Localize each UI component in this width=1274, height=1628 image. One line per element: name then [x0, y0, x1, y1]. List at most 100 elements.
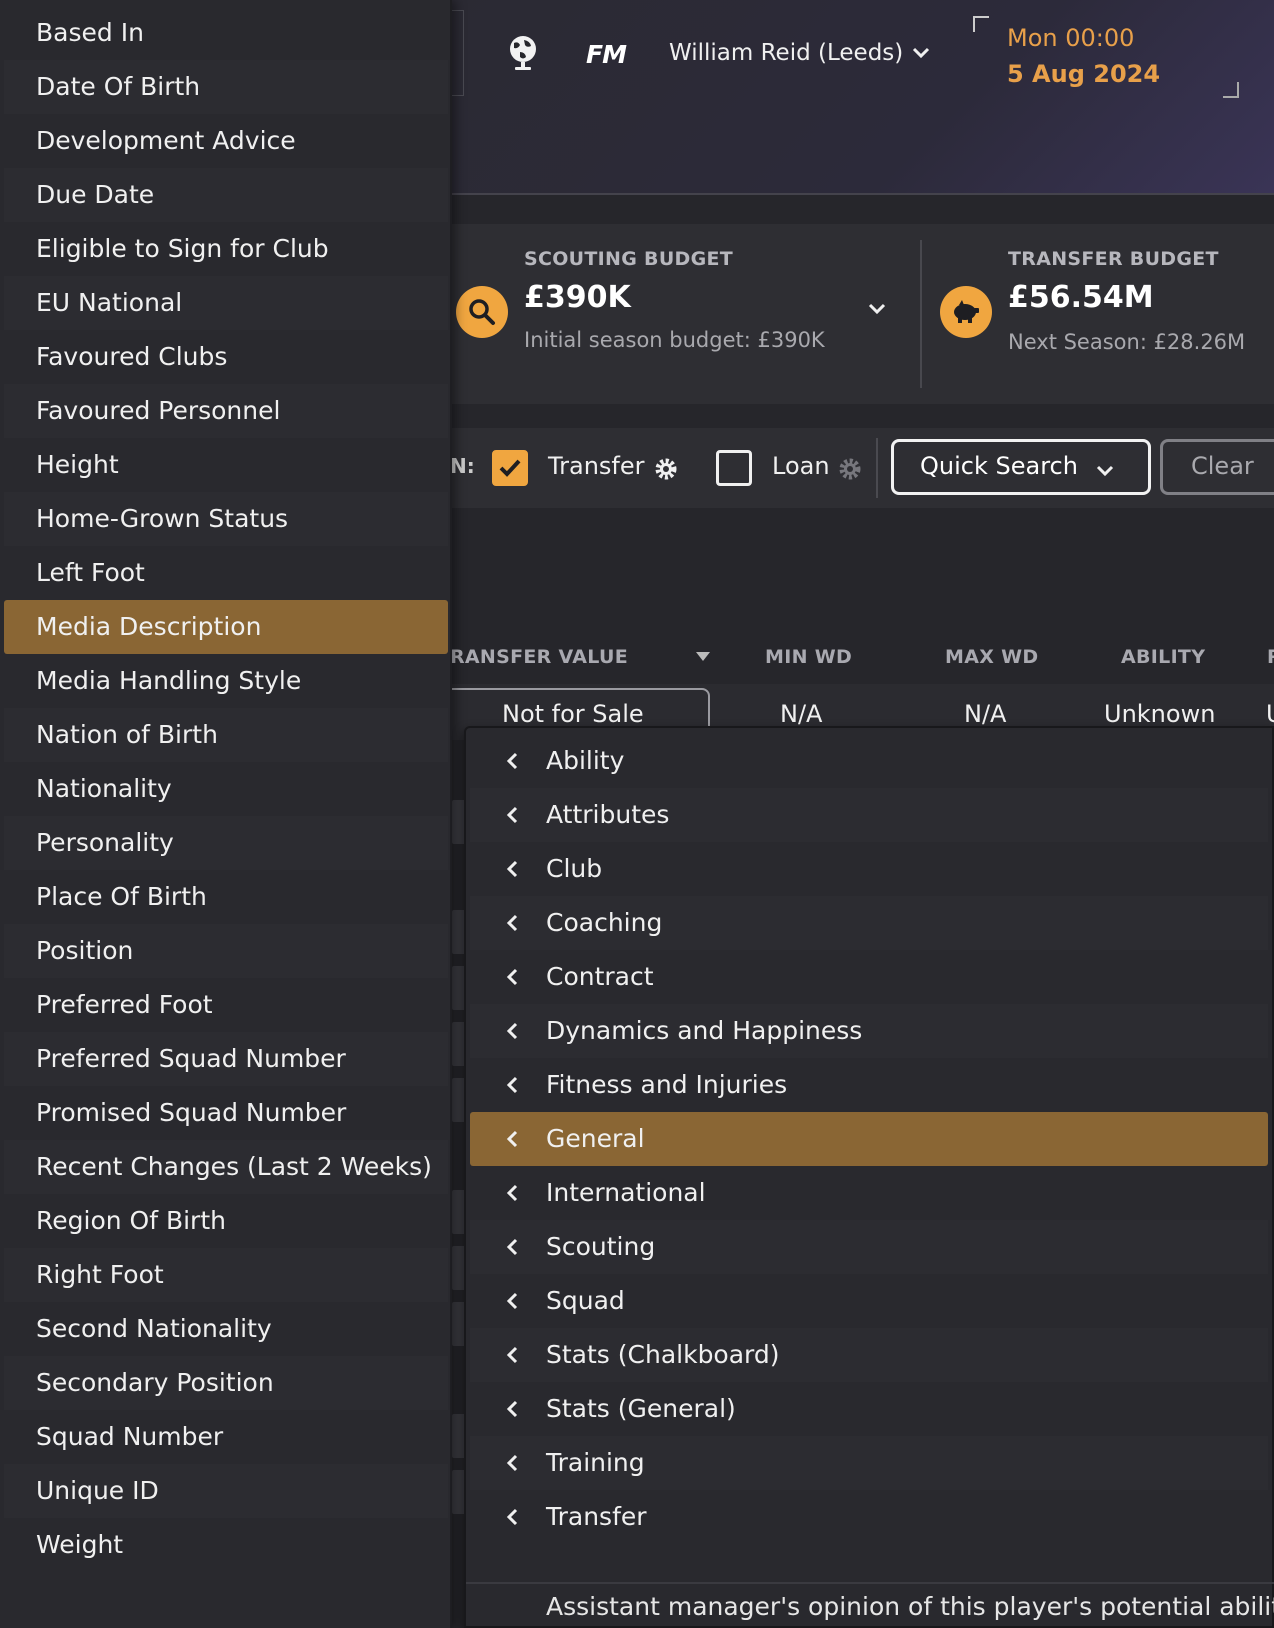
submenu-item-stats-chalkboard[interactable]: Stats (Chalkboard)	[470, 1328, 1268, 1382]
submenu-item-club[interactable]: Club	[470, 842, 1268, 896]
submenu-item-label: International	[546, 1178, 706, 1207]
game-time: Mon 00:00	[1007, 24, 1135, 52]
table-header: RANSFER VALUE MIN WD MAX WD ABILITY P	[450, 638, 1274, 678]
column-category-menu: Ability Attributes Club Coaching Contrac…	[464, 726, 1274, 1628]
submenu-item-international[interactable]: International	[470, 1166, 1268, 1220]
corner-decoration	[1223, 82, 1239, 98]
menu-item[interactable]: Favoured Personnel	[4, 384, 448, 438]
chevron-down-icon[interactable]	[912, 46, 930, 60]
filter-bar: N: Transfer Loan Quick Search Clear	[450, 428, 1274, 508]
submenu-item-label: Squad	[546, 1286, 625, 1315]
transfer-checkbox[interactable]	[492, 450, 528, 486]
transfer-filter-label[interactable]: Transfer	[548, 452, 645, 480]
submenu-item-label: Stats (General)	[546, 1394, 736, 1423]
menu-item[interactable]: EU National	[4, 276, 448, 330]
table-cell: Unknown	[1104, 700, 1216, 728]
quick-search-button[interactable]: Quick Search	[891, 439, 1151, 495]
scouting-budget-sub: Initial season budget: £390K	[524, 328, 825, 352]
submenu-item-label: Training	[546, 1448, 645, 1477]
menu-item[interactable]: Eligible to Sign for Club	[4, 222, 448, 276]
divider	[920, 240, 922, 388]
submenu-item-contract[interactable]: Contract	[470, 950, 1268, 1004]
menu-item[interactable]: Favoured Clubs	[4, 330, 448, 384]
chevron-down-icon[interactable]	[868, 302, 886, 316]
submenu-item-label: General	[546, 1124, 645, 1153]
table-cell: N/A	[780, 700, 823, 728]
chevron-left-icon	[506, 968, 518, 986]
chevron-left-icon	[506, 1346, 518, 1364]
column-header[interactable]: MAX WD	[945, 646, 1038, 668]
chevron-left-icon	[506, 1022, 518, 1040]
submenu-item-dynamics[interactable]: Dynamics and Happiness	[470, 1004, 1268, 1058]
menu-item[interactable]: Nationality	[4, 762, 448, 816]
back-button[interactable]	[450, 10, 464, 96]
clear-button[interactable]: Clear	[1160, 439, 1274, 495]
column-header[interactable]: MIN WD	[765, 646, 852, 668]
menu-item[interactable]: Promised Squad Number	[4, 1086, 448, 1140]
menu-item[interactable]: Region Of Birth	[4, 1194, 448, 1248]
submenu-item-coaching[interactable]: Coaching	[470, 896, 1268, 950]
menu-item[interactable]: Recent Changes (Last 2 Weeks)	[4, 1140, 448, 1194]
menu-item[interactable]: Left Foot	[4, 546, 448, 600]
menu-item[interactable]: Right Foot	[4, 1248, 448, 1302]
corner-decoration	[973, 16, 989, 32]
chevron-down-icon	[1096, 465, 1114, 477]
submenu-item-fitness[interactable]: Fitness and Injuries	[470, 1058, 1268, 1112]
submenu-item-scouting[interactable]: Scouting	[470, 1220, 1268, 1274]
submenu-item-attributes[interactable]: Attributes	[470, 788, 1268, 842]
menu-item[interactable]: Based In	[4, 6, 448, 60]
submenu-item-stats-general[interactable]: Stats (General)	[470, 1382, 1268, 1436]
continue-date-box[interactable]: Mon 00:00 5 Aug 2024	[973, 16, 1239, 98]
piggy-bank-icon	[940, 286, 992, 338]
menu-item[interactable]: Nation of Birth	[4, 708, 448, 762]
transfer-budget-label: TRANSFER BUDGET	[1008, 248, 1219, 270]
sort-desc-icon[interactable]	[696, 652, 710, 661]
menu-item[interactable]: Due Date	[4, 168, 448, 222]
chevron-left-icon	[506, 806, 518, 824]
column-header[interactable]: RANSFER VALUE	[450, 646, 628, 668]
column-header[interactable]: ABILITY	[1121, 646, 1205, 668]
menu-item[interactable]: Date Of Birth	[4, 60, 448, 114]
chevron-left-icon	[506, 1400, 518, 1418]
submenu-item-general[interactable]: General	[470, 1112, 1268, 1166]
menu-item[interactable]: Secondary Position	[4, 1356, 448, 1410]
menu-item[interactable]: Development Advice	[4, 114, 448, 168]
chevron-left-icon	[506, 1238, 518, 1256]
menu-item[interactable]: Squad Number	[4, 1410, 448, 1464]
submenu-item-transfer[interactable]: Transfer	[470, 1490, 1268, 1544]
menu-item[interactable]: Personality	[4, 816, 448, 870]
menu-item[interactable]: Second Nationality	[4, 1302, 448, 1356]
fm-logo[interactable]: FM	[586, 40, 627, 69]
menu-item[interactable]: Unique ID	[4, 1464, 448, 1518]
menu-item[interactable]: Preferred Squad Number	[4, 1032, 448, 1086]
menu-item-selected[interactable]: Media Description	[4, 600, 448, 654]
submenu-item-label: Attributes	[546, 800, 670, 829]
menu-item[interactable]: Place Of Birth	[4, 870, 448, 924]
submenu-item-squad[interactable]: Squad	[470, 1274, 1268, 1328]
loan-filter-label[interactable]: Loan	[772, 452, 830, 480]
manager-name[interactable]: William Reid (Leeds)	[669, 40, 903, 66]
chevron-left-icon	[506, 1508, 518, 1526]
submenu-item-label: Fitness and Injuries	[546, 1070, 788, 1099]
top-bar: FM William Reid (Leeds) Mon 00:00 5 Aug …	[450, 0, 1274, 195]
gear-icon[interactable]	[653, 456, 679, 482]
menu-item[interactable]: Weight	[4, 1518, 448, 1572]
submenu-item-training[interactable]: Training	[470, 1436, 1268, 1490]
chevron-left-icon	[506, 1076, 518, 1094]
menu-item[interactable]: Position	[4, 924, 448, 978]
menu-item[interactable]: Media Handling Style	[4, 654, 448, 708]
column-header[interactable]: P	[1267, 646, 1274, 668]
gear-icon[interactable]	[837, 456, 863, 482]
loan-checkbox[interactable]	[716, 450, 752, 486]
chevron-left-icon	[506, 1184, 518, 1202]
submenu-item-label: Contract	[546, 962, 654, 991]
filter-prefix-label: N:	[450, 454, 475, 478]
menu-item[interactable]: Home-Grown Status	[4, 492, 448, 546]
menu-item[interactable]: Preferred Foot	[4, 978, 448, 1032]
chevron-left-icon	[506, 752, 518, 770]
submenu-item-ability[interactable]: Ability	[470, 734, 1268, 788]
globe-icon[interactable]	[506, 34, 540, 72]
chevron-left-icon	[506, 860, 518, 878]
chevron-left-icon	[506, 914, 518, 932]
menu-item[interactable]: Height	[4, 438, 448, 492]
